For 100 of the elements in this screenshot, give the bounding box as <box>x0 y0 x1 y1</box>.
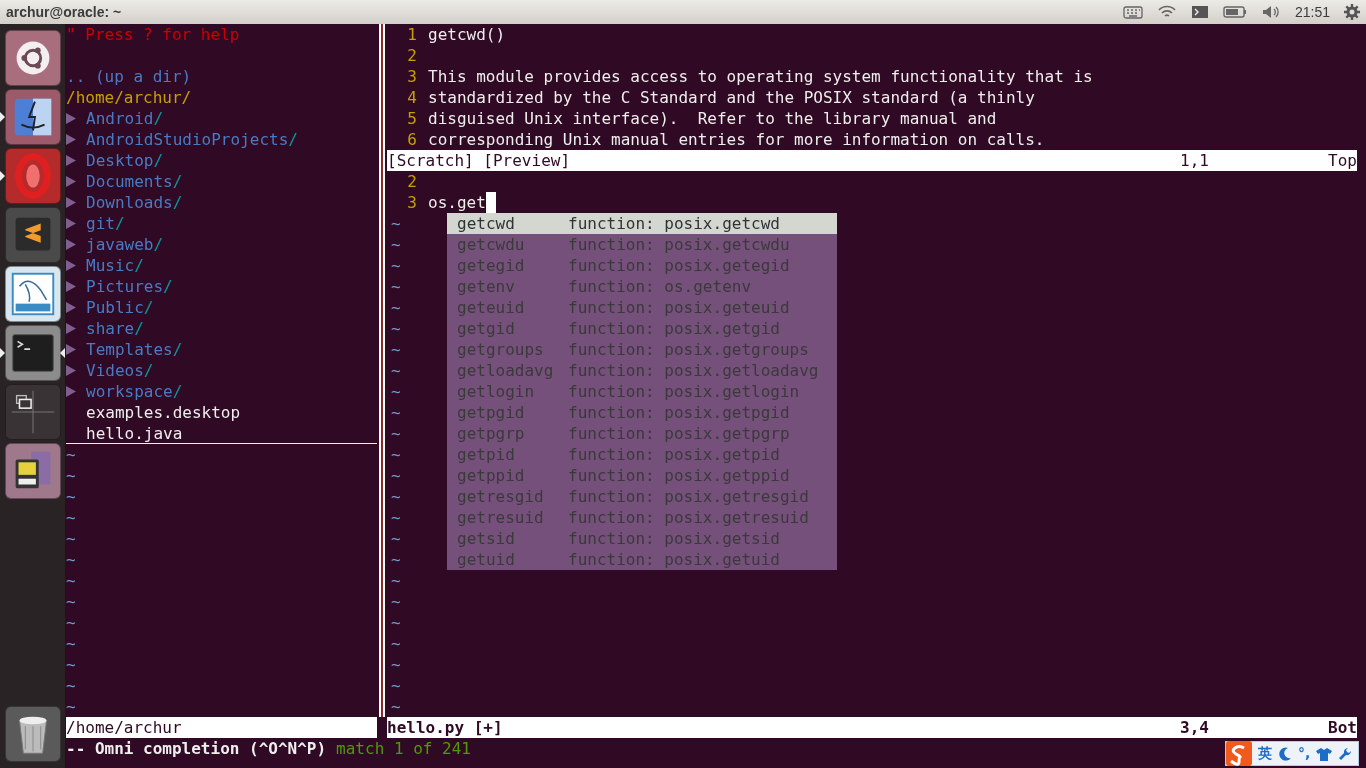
clock[interactable]: 21:51 <box>1294 1 1330 23</box>
empty-line-marker: ~ <box>66 507 76 528</box>
collapsed-arrow-icon[interactable] <box>66 344 76 355</box>
empty-line-marker: ~ <box>390 276 401 297</box>
collapsed-arrow-icon[interactable] <box>66 197 76 208</box>
launcher-button[interactable] <box>4 30 61 86</box>
wifi-icon[interactable] <box>1156 4 1177 20</box>
shirt-icon[interactable] <box>1316 746 1333 761</box>
collapsed-arrow-icon[interactable] <box>66 323 76 334</box>
empty-line-marker: ~ <box>66 528 76 549</box>
directory-name[interactable]: Videos/ <box>86 360 154 381</box>
cursor-position: 3,4 <box>1180 717 1210 738</box>
collapsed-arrow-icon[interactable] <box>66 155 76 166</box>
empty-line-marker: ~ <box>390 402 401 423</box>
launcher-button[interactable] <box>4 443 61 499</box>
wrench-icon[interactable] <box>1338 746 1353 761</box>
empty-line-marker: ~ <box>390 591 401 612</box>
empty-line-marker: ~ <box>390 612 401 633</box>
input-method-logo-icon[interactable] <box>1226 741 1252 766</box>
launcher-button[interactable] <box>4 266 61 322</box>
collapsed-arrow-icon[interactable] <box>66 239 76 250</box>
buffer-name: [Scratch] [Preview] <box>387 150 572 171</box>
mode-message: -- Omni completion (^O^N^P) <box>66 738 327 759</box>
directory-name[interactable]: Desktop/ <box>86 150 164 171</box>
parent-directory-link[interactable]: .. (up a dir) <box>66 66 192 87</box>
empty-line-marker: ~ <box>66 696 76 717</box>
file-name[interactable]: hello.java <box>86 423 183 443</box>
input-method-bar[interactable]: 英 °, <box>1225 741 1360 766</box>
code-line: This module provides access to operating system functionality that is <box>428 66 1093 87</box>
keyboard-icon[interactable] <box>1122 4 1143 20</box>
file-name[interactable]: examples.desktop <box>86 402 241 423</box>
collapsed-arrow-icon[interactable] <box>66 218 76 229</box>
directory-name[interactable]: Templates/ <box>86 339 183 360</box>
settings-icon[interactable] <box>1344 4 1360 20</box>
line-number: 3 <box>406 192 417 213</box>
collapsed-arrow-icon[interactable] <box>66 176 76 187</box>
empty-line-marker: ~ <box>66 612 76 633</box>
directory-name[interactable]: Pictures/ <box>86 276 173 297</box>
launcher-button[interactable] <box>4 384 61 440</box>
empty-line-marker: ~ <box>66 675 76 696</box>
empty-line-marker: ~ <box>66 549 76 570</box>
empty-line-marker: ~ <box>390 318 401 339</box>
collapsed-arrow-icon[interactable] <box>66 386 76 397</box>
empty-line-marker: ~ <box>66 654 76 675</box>
scroll-position: Bot <box>1328 717 1357 738</box>
code-line: corresponding Unix manual entries for more information on calls. <box>428 129 1045 150</box>
directory-name[interactable]: javaweb/ <box>86 234 164 255</box>
match-count: match 1 of 241 <box>336 738 471 759</box>
input-mode-toggle[interactable]: 英 <box>1258 743 1272 764</box>
collapsed-arrow-icon[interactable] <box>66 134 76 145</box>
help-hint: " Press ? for help <box>66 24 240 45</box>
collapsed-arrow-icon[interactable] <box>66 302 76 313</box>
empty-line-marker: ~ <box>66 591 76 612</box>
empty-line-marker: ~ <box>390 486 401 507</box>
collapsed-arrow-icon[interactable] <box>66 281 76 292</box>
battery-icon[interactable] <box>1222 5 1247 19</box>
directory-name[interactable]: Public/ <box>86 297 154 318</box>
empty-line-marker: ~ <box>390 570 401 591</box>
line-number: 4 <box>406 87 417 108</box>
root-path: /home/archur/ <box>66 87 192 108</box>
directory-name[interactable]: Documents/ <box>86 171 183 192</box>
code-line: disguised Unix interface). Refer to the library manual and <box>428 108 997 129</box>
speaker-icon[interactable] <box>1260 4 1281 20</box>
launcher-button[interactable] <box>4 706 61 762</box>
line-number: 2 <box>406 171 417 192</box>
empty-line-marker: ~ <box>390 549 401 570</box>
cursor-position: 1,1 <box>1180 150 1210 171</box>
collapsed-arrow-icon[interactable] <box>66 113 76 124</box>
line-number: 6 <box>406 129 417 150</box>
collapsed-arrow-icon[interactable] <box>66 365 76 376</box>
directory-name[interactable]: share/ <box>86 318 144 339</box>
empty-line-marker: ~ <box>66 486 76 507</box>
buffer-name: hello.py [+] <box>387 717 504 738</box>
moon-icon[interactable] <box>1278 746 1292 761</box>
punctuation-toggle[interactable]: °, <box>1298 743 1311 764</box>
empty-line-marker: ~ <box>390 297 401 318</box>
directory-name[interactable]: workspace/ <box>86 381 183 402</box>
code-line: getcwd() <box>428 24 506 45</box>
directory-name[interactable]: Downloads/ <box>86 192 183 213</box>
scroll-position: Top <box>1328 150 1357 171</box>
launcher-button[interactable] <box>4 89 61 145</box>
collapsed-arrow-icon[interactable] <box>66 260 76 271</box>
directory-name[interactable]: Android/ <box>86 108 164 129</box>
empty-line-marker: ~ <box>390 675 401 696</box>
empty-line-marker: ~ <box>390 444 401 465</box>
empty-line-marker: ~ <box>390 528 401 549</box>
empty-line-marker: ~ <box>390 696 401 717</box>
directory-name[interactable]: Music/ <box>86 255 144 276</box>
terminal-icon[interactable] <box>1190 4 1209 20</box>
empty-line-marker: ~ <box>390 360 401 381</box>
directory-name[interactable]: git/ <box>86 213 125 234</box>
line-number: 3 <box>406 66 417 87</box>
empty-line-marker: ~ <box>390 339 401 360</box>
empty-line-marker: ~ <box>390 633 401 654</box>
empty-line-marker: ~ <box>390 381 401 402</box>
launcher-button[interactable] <box>4 207 61 263</box>
completion-item[interactable]: getcwd function: posix.getcwd <box>447 213 837 234</box>
window-title: archur@oracle: ~ <box>6 2 122 22</box>
code-line: standardized by the C Standard and the POSIX standard (a thinly <box>428 87 1035 108</box>
directory-name[interactable]: AndroidStudioProjects/ <box>86 129 298 150</box>
